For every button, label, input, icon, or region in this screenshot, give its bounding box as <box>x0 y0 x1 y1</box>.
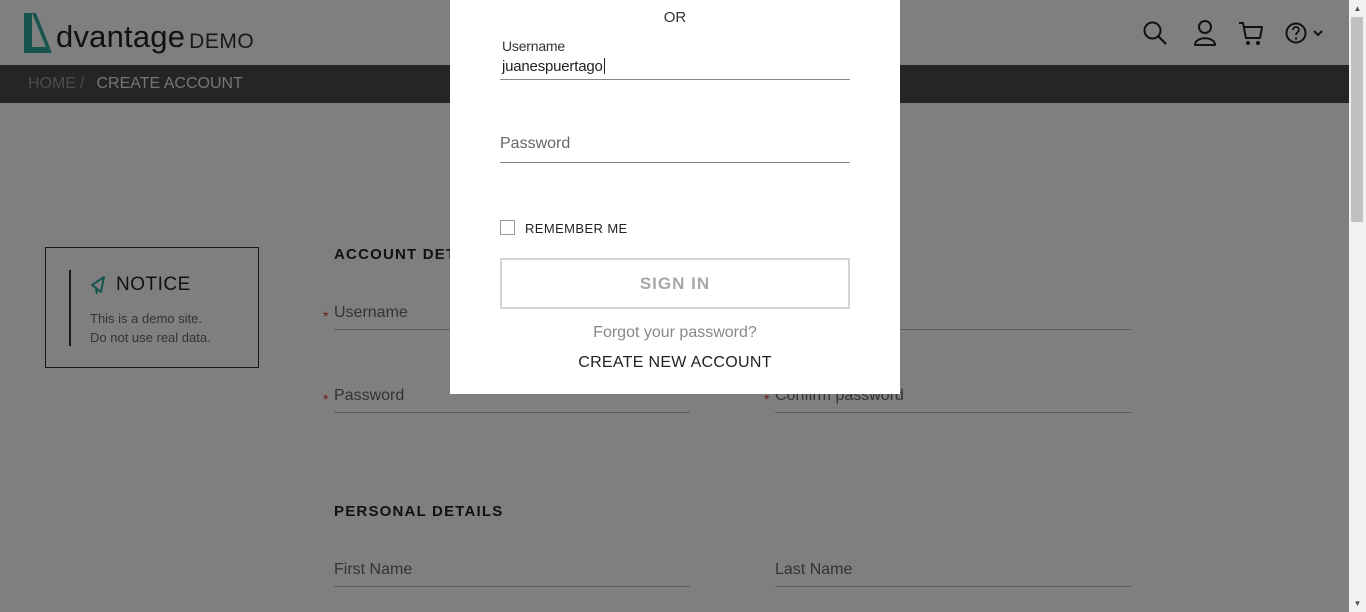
scrollbar-thumb[interactable] <box>1351 17 1363 222</box>
modal-username-input[interactable]: juanespuertago <box>502 58 605 75</box>
remember-me-checkbox[interactable] <box>500 220 515 235</box>
remember-me-label[interactable]: REMEMBER ME <box>525 221 628 236</box>
forgot-password-link[interactable]: Forgot your password? <box>450 324 900 342</box>
text-caret <box>603 58 605 74</box>
modal-password-label: Password <box>500 135 571 152</box>
scroll-down-icon[interactable]: ▼ <box>1349 595 1366 612</box>
modal-username-label: Username <box>502 38 565 54</box>
or-separator: OR <box>663 9 687 26</box>
login-modal: OR Username juanespuertago Password REME… <box>450 0 900 394</box>
scroll-up-icon[interactable]: ▲ <box>1349 0 1366 17</box>
modal-username-value: juanespuertago <box>502 58 603 75</box>
sign-in-button[interactable]: SIGN IN <box>500 258 850 309</box>
modal-username-field[interactable]: Username juanespuertago <box>500 36 850 80</box>
create-new-account-link[interactable]: CREATE NEW ACCOUNT <box>450 354 900 372</box>
page-scrollbar[interactable]: ▲ ▼ <box>1349 0 1366 612</box>
